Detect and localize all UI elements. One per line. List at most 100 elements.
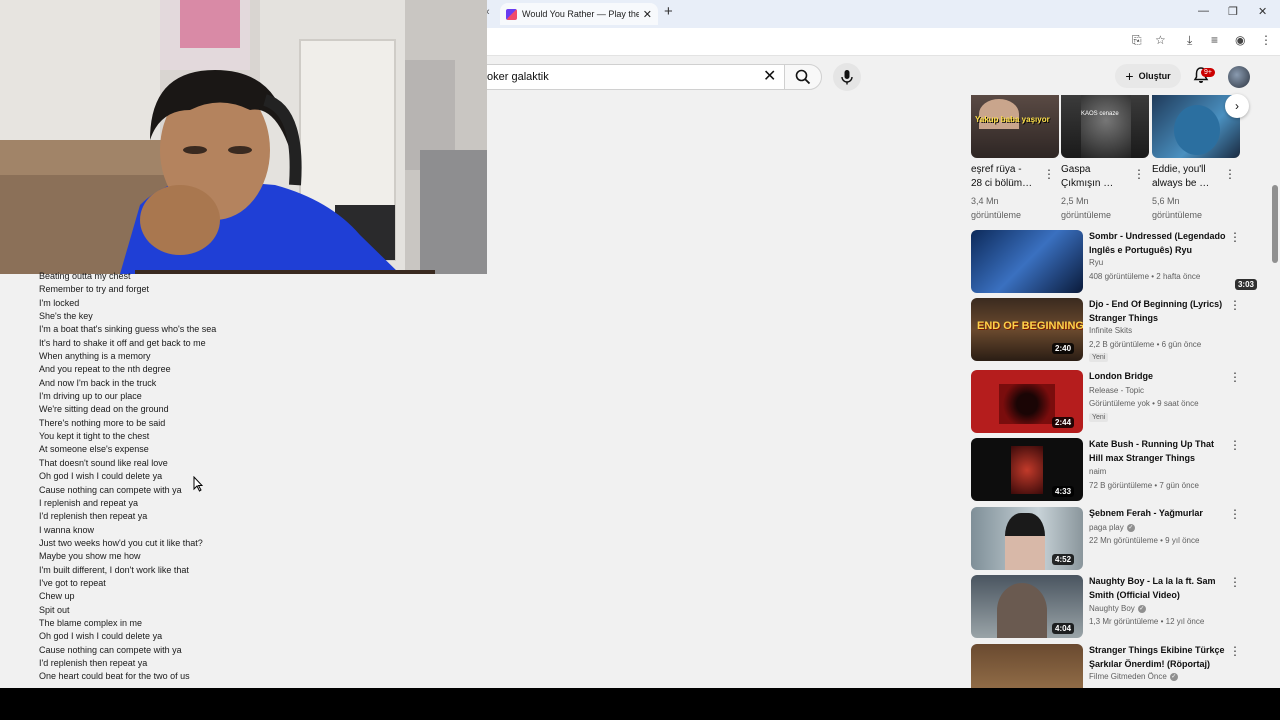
more-vert-icon[interactable]: ⋮	[1229, 438, 1241, 452]
create-label: Oluştur	[1138, 71, 1171, 81]
lyric-line: I'm built different, I don't work like t…	[39, 564, 189, 575]
webcam-feed-image	[0, 0, 487, 274]
short-title: Eddie, you'll always be …	[1152, 164, 1210, 189]
page-scrollbar[interactable]	[1271, 60, 1280, 688]
lyric-line-cutoff	[39, 262, 459, 270]
more-vert-icon[interactable]: ⋮	[1043, 167, 1055, 181]
video-duration: 4:52	[1052, 554, 1075, 565]
shorts-next-button[interactable]: ›	[1225, 94, 1249, 118]
browser-tab-active[interactable]: Would You Rather — Play the C ✕	[500, 3, 658, 25]
video-item[interactable]: END OF BEGINNING 2:40 Djo - End Of Begin…	[971, 298, 1261, 362]
video-channel[interactable]: Naughty Boy ✓	[1089, 604, 1146, 613]
new-badge: Yeni	[1089, 413, 1109, 422]
lyric-line: Remember to try and forget	[39, 284, 150, 295]
video-item[interactable]: 4:52 Şebnem Ferah - Yağmurlar paga play ✓…	[971, 507, 1261, 571]
voice-search-button[interactable]	[833, 63, 861, 91]
download-icon[interactable]: ⤓	[1187, 33, 1192, 48]
new-badge: Yeni	[1089, 353, 1109, 362]
video-title[interactable]: Djo - End Of Beginning (Lyrics) Stranger…	[1089, 298, 1227, 325]
video-title[interactable]: Sombr - Undressed (Legendado Inglês e Po…	[1089, 230, 1227, 257]
short-thumb-text: Yakup baba yaşıyor	[975, 115, 1050, 124]
verified-icon: ✓	[1137, 604, 1146, 613]
tab-close-icon[interactable]: ✕	[643, 8, 652, 21]
lyric-line: Just two weeks how'd you cut it like tha…	[39, 537, 203, 548]
lyric-line: You kept it tight to the chest	[39, 431, 150, 442]
video-meta: 408 görüntüleme • 2 hafta önce	[1089, 272, 1201, 281]
install-app-icon[interactable]: ⎘	[1132, 33, 1142, 48]
lyric-line: I'm locked	[39, 297, 80, 308]
notification-count-badge: 9+	[1201, 68, 1215, 77]
lyric-line: I'd replenish then repeat ya	[39, 511, 148, 522]
more-vert-icon[interactable]: ⋮	[1229, 507, 1241, 521]
restore-button[interactable]: ❐	[1228, 5, 1238, 18]
video-title[interactable]: Şebnem Ferah - Yağmurlar	[1089, 507, 1227, 521]
video-item[interactable]: 4:04 Naughty Boy - La la la ft. Sam Smit…	[971, 575, 1261, 639]
video-channel[interactable]: Release - Topic	[1089, 386, 1144, 395]
video-title[interactable]: Stranger Things Ekibine Türkçe Şarkılar …	[1089, 644, 1227, 671]
bookmark-star-icon[interactable]: ☆	[1155, 33, 1166, 47]
video-meta: Görüntüleme yok • 9 saat önce	[1089, 399, 1199, 408]
video-title[interactable]: Kate Bush - Running Up That Hill max Str…	[1089, 438, 1227, 465]
video-duration: 4:33	[1052, 486, 1075, 497]
close-window-button[interactable]: ✕	[1258, 5, 1267, 18]
video-duration: 2:40	[1052, 343, 1075, 354]
short-item[interactable]: KAOS cenaze Gaspa Çıkmışın … 2,5 Mn görünt…	[1061, 95, 1149, 220]
create-button[interactable]: + Oluştur	[1115, 64, 1181, 88]
video-duration: 3:03	[1234, 279, 1257, 290]
search-input[interactable]: oker galaktik	[470, 64, 784, 90]
more-vert-icon[interactable]: ⋮	[1260, 33, 1272, 47]
more-vert-icon[interactable]: ⋮	[1229, 370, 1241, 384]
more-vert-icon[interactable]: ⋮	[1229, 298, 1241, 312]
new-tab-button[interactable]: +	[664, 3, 673, 20]
screen: { "browser": { "tab_title": "Would You R…	[0, 0, 1280, 720]
search-button[interactable]	[784, 64, 822, 90]
account-avatar[interactable]	[1228, 66, 1250, 88]
scrollbar-thumb[interactable]	[1272, 185, 1278, 263]
lyrics-text: Beating outta my chest Remember to try an…	[39, 262, 459, 688]
lyric-line: I'm driving up to our place	[39, 391, 142, 402]
video-duration: 4:04	[1052, 623, 1075, 634]
short-thumbnail: KAOS cenaze	[1061, 95, 1149, 158]
short-thumb-text: KAOS cenaze	[1081, 111, 1119, 117]
video-channel[interactable]: Filme Gitmeden Önce ✓	[1089, 672, 1178, 681]
webcam-overlay	[0, 0, 487, 274]
video-title[interactable]: London Bridge	[1089, 370, 1227, 384]
video-channel[interactable]: Infinite Skits	[1089, 326, 1132, 335]
more-vert-icon[interactable]: ⋮	[1229, 644, 1241, 658]
lyric-line: Oh god I wish I could delete ya	[39, 631, 163, 642]
verified-icon: ✓	[1169, 672, 1178, 681]
profile-icon[interactable]: ◉	[1235, 33, 1245, 47]
bottom-black-bar	[0, 688, 1280, 720]
video-channel[interactable]: naim	[1089, 467, 1106, 476]
lyric-line: And now I'm back in the truck	[39, 377, 157, 388]
video-item[interactable]: 4:33 Kate Bush - Running Up That Hill ma…	[971, 438, 1261, 502]
video-item[interactable]: 2:44 London Bridge Release - Topic Görün…	[971, 370, 1261, 434]
short-thumbnail: Yakup baba yaşıyor	[971, 95, 1059, 158]
video-channel[interactable]: Ryu	[1089, 258, 1103, 267]
more-vert-icon[interactable]: ⋮	[1224, 167, 1236, 181]
video-item[interactable]: 3:03 Sombr - Undressed (Legendado Inglês…	[971, 230, 1261, 294]
lyric-line: There's nothing more to be said	[39, 417, 166, 428]
short-item[interactable]: Yakup baba yaşıyor eşref rüya -28 ci böl…	[971, 95, 1059, 220]
lyric-line: I replenish and repeat ya	[39, 497, 139, 508]
lyric-line: I wanna know	[39, 524, 95, 535]
short-views: 2,5 Mn görüntüleme	[1061, 196, 1112, 220]
minimize-button[interactable]: —	[1198, 5, 1209, 17]
more-vert-icon[interactable]: ⋮	[1133, 167, 1145, 181]
video-duration: 2:44	[1052, 417, 1075, 428]
clear-search-icon[interactable]: ✕	[763, 66, 776, 86]
more-vert-icon[interactable]: ⋮	[1229, 230, 1241, 244]
media-queue-icon[interactable]: ≡	[1211, 33, 1218, 47]
video-item[interactable]: Stranger Things Ekibine Türkçe Şarkılar …	[971, 644, 1261, 688]
chevron-right-icon: ›	[1235, 99, 1239, 113]
lyric-line: I've got to repeat	[39, 577, 106, 588]
short-title: Gaspa Çıkmışın …	[1061, 164, 1114, 189]
video-title[interactable]: Naughty Boy - La la la ft. Sam Smith (Of…	[1089, 575, 1227, 602]
video-channel[interactable]: paga play ✓	[1089, 523, 1135, 532]
lyric-line: I'm a boat that's sinking guess who's th…	[39, 324, 217, 335]
lyric-line: Chew up	[39, 591, 75, 602]
lyric-line: Cause nothing can compete with ya	[39, 644, 182, 655]
short-views: 3,4 Mn görüntüleme	[971, 196, 1022, 220]
more-vert-icon[interactable]: ⋮	[1229, 575, 1241, 589]
lyric-line: Beating outta my chest	[39, 271, 131, 281]
